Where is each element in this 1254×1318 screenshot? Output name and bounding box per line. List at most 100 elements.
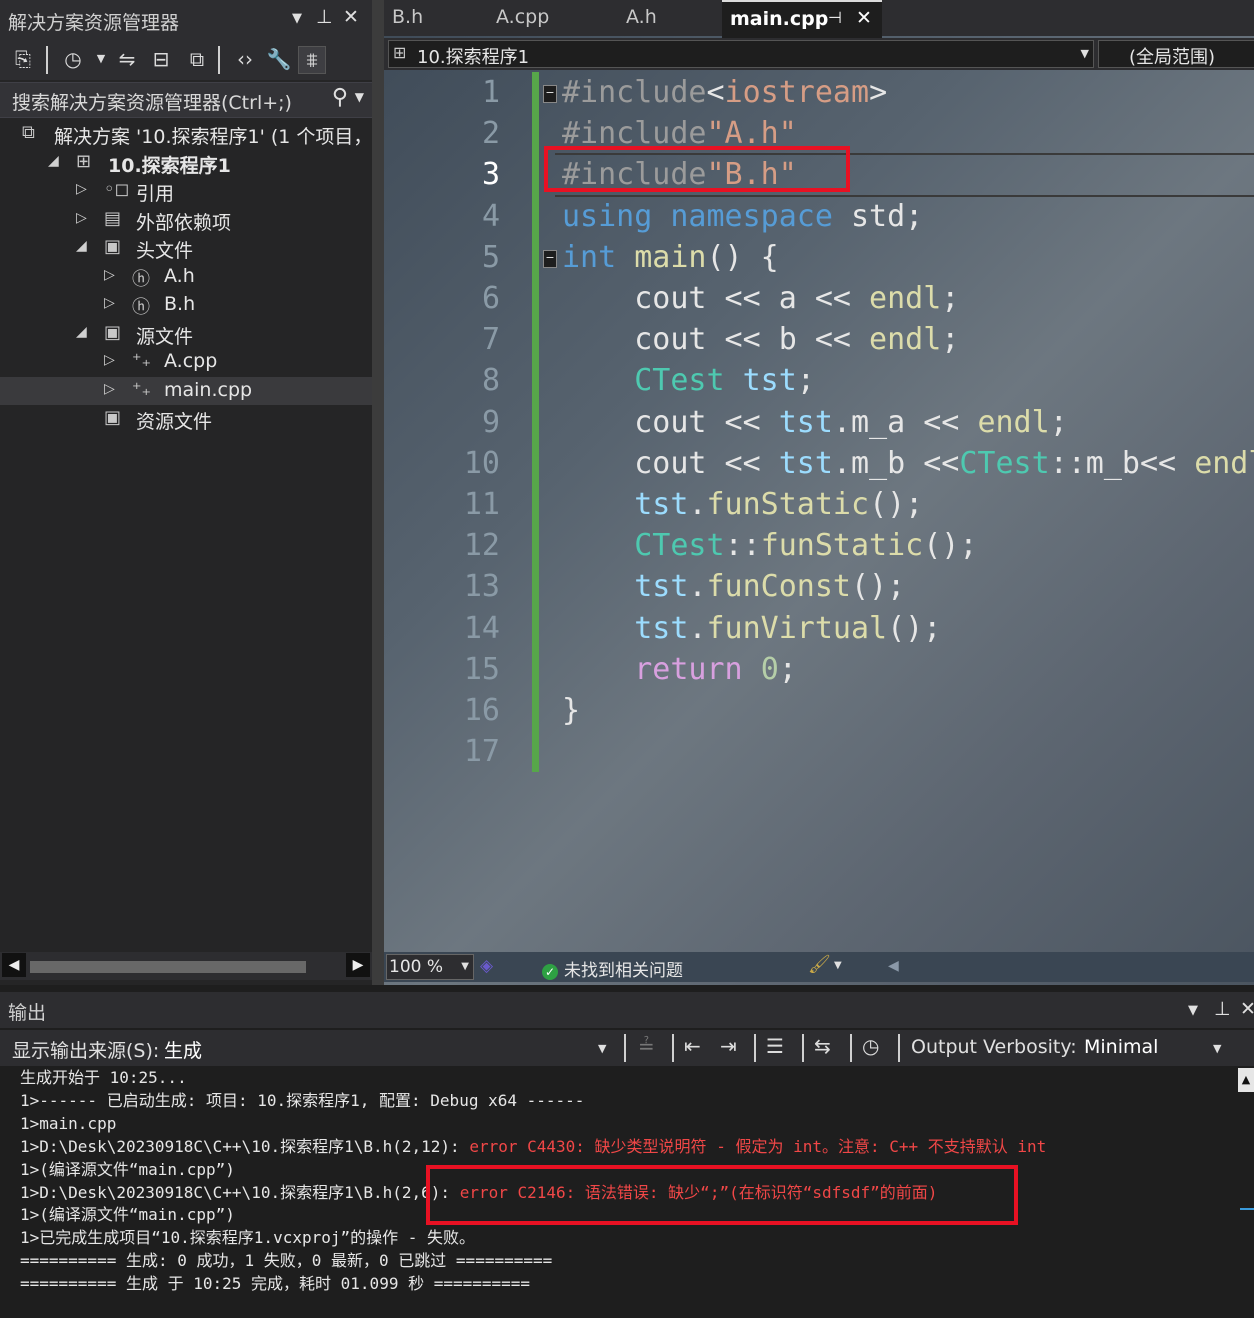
pin-tab-icon[interactable]: ⊣	[828, 8, 842, 27]
code-line[interactable]: tst.funConst();	[562, 566, 905, 607]
collapse-all-icon[interactable]: ⊟	[148, 46, 174, 72]
close-icon[interactable]: ✕	[343, 6, 359, 28]
sync-icon[interactable]: ⇋	[114, 46, 140, 72]
chevron-down-icon[interactable]: ▼	[598, 1042, 606, 1055]
code-token: using	[562, 198, 653, 234]
scope-dropdown[interactable]: (全局范围)	[1098, 40, 1254, 68]
code-line[interactable]: CTest tst;	[562, 360, 815, 401]
previous-message-icon[interactable]: ⇤	[684, 1034, 701, 1058]
tab-main-cpp[interactable]: main.cpp ⊣ ✕	[722, 0, 882, 38]
code-line[interactable]: tst.funVirtual();	[562, 608, 941, 649]
nav-project-label: 10.探索程序1	[417, 47, 530, 68]
code-line[interactable]: return 0;	[562, 649, 797, 690]
history-dropdown-icon[interactable]: ▼	[88, 46, 114, 72]
collapse-arrow-icon[interactable]: ◢	[48, 153, 59, 169]
close-tab-icon[interactable]: ✕	[856, 7, 872, 29]
panel-dropdown-icon[interactable]: ▼	[1188, 1003, 1198, 1018]
pin-icon[interactable]: ⊥	[1214, 998, 1231, 1020]
solution-search-box[interactable]: 搜索解决方案资源管理器(Ctrl+;) ⚲ ▼	[0, 82, 372, 118]
history-icon[interactable]: ◷	[60, 46, 86, 72]
verbosity-select[interactable]: Minimal	[1084, 1036, 1158, 1058]
scroll-right-icon[interactable]: ▶	[346, 953, 370, 977]
code-line[interactable]: cout << b << endl;	[562, 319, 959, 360]
search-dropdown-icon[interactable]: ▼	[355, 90, 364, 104]
next-message-icon[interactable]: ⇥	[720, 1034, 737, 1058]
code-line[interactable]: cout << tst.m_b <<CTest::m_b<< endl;	[562, 443, 1254, 484]
toolbar-separator	[672, 1034, 674, 1062]
scroll-left-icon[interactable]: ◀	[888, 958, 899, 974]
code-line[interactable]: cout << a << endl;	[562, 278, 959, 319]
tree-item[interactable]: ▷ ▤ 外部依赖项	[0, 206, 372, 234]
code-cleanup-icon[interactable]: 🖌	[808, 954, 831, 975]
tree-item[interactable]: ▷ ⁺₊ A.cpp	[0, 348, 372, 376]
tree-item[interactable]: ◢ ▣ 源文件	[0, 320, 372, 348]
code-line[interactable]: cout << tst.m_a << endl;	[562, 402, 1068, 443]
expand-arrow-icon[interactable]: ▷	[104, 352, 115, 368]
word-wrap-icon[interactable]: ⇆	[814, 1034, 831, 1058]
code-token: cout <<	[562, 445, 779, 481]
clear-all-icon[interactable]: ☰	[766, 1034, 784, 1058]
expand-arrow-icon[interactable]: ▷	[76, 181, 87, 197]
tree-item[interactable]: ▷ ⓗ A.h	[0, 263, 372, 291]
tree-item-label: 源文件	[136, 325, 194, 348]
output-vertical-scrollbar[interactable]: ▲	[1238, 1068, 1254, 1318]
chevron-down-icon[interactable]: ▼	[1081, 47, 1089, 60]
collapse-arrow-icon[interactable]: ◢	[76, 324, 87, 340]
chevron-down-icon[interactable]: ▼	[834, 960, 842, 971]
tree-item[interactable]: ▷ ⁺₊ main.cpp	[0, 376, 372, 405]
expand-arrow-icon[interactable]: ▷	[104, 381, 115, 397]
code-line[interactable]: CTest::funStatic();	[562, 525, 977, 566]
fold-collapse-icon[interactable]: −	[543, 250, 557, 268]
collapse-arrow-icon[interactable]: ◢	[76, 238, 87, 254]
properties-wrench-icon[interactable]: 🔧	[266, 46, 292, 72]
tree-item[interactable]: ◢ ⊞ 10.探索程序1	[0, 149, 372, 177]
code-line[interactable]: using namespace std;	[562, 196, 923, 237]
copilot-icon[interactable]: ◈	[480, 956, 493, 976]
expand-arrow-icon[interactable]: ▷	[76, 210, 87, 226]
code-line[interactable]: #include<iostream>	[562, 72, 887, 113]
chevron-down-icon[interactable]: ▼	[1213, 1042, 1221, 1055]
tab-b-h[interactable]: B.h	[384, 0, 484, 36]
check-icon: ✓	[542, 964, 558, 980]
expand-arrow-icon[interactable]: ▷	[104, 267, 115, 283]
project-dropdown[interactable]: ⊞ 10.探索程序1 ▼	[388, 40, 1094, 68]
scroll-left-icon[interactable]: ◀	[2, 953, 26, 977]
panel-dropdown-icon[interactable]: ▼	[292, 11, 302, 26]
preview-selected-icon[interactable]: ⩨	[298, 46, 326, 74]
highlight-error-c2146	[426, 1165, 1018, 1225]
tree-item[interactable]: ▷ ⓗ B.h	[0, 291, 372, 319]
show-all-files-icon[interactable]: ⧉	[184, 46, 210, 72]
solution-horizontal-scrollbar[interactable]: ◀ ▶	[0, 952, 372, 980]
code-token: ;	[941, 281, 960, 316]
tree-item-label: A.h	[164, 264, 195, 287]
tab-a-h[interactable]: A.h	[618, 0, 718, 36]
switch-views-icon[interactable]: ⎘	[10, 46, 36, 72]
search-icon[interactable]: ⚲	[332, 85, 348, 110]
code-token: funVirtual	[706, 610, 888, 646]
pin-icon[interactable]: ⊥	[316, 6, 333, 28]
code-token: main	[634, 239, 707, 275]
zoom-dropdown[interactable]: 100 % ▼	[386, 954, 474, 980]
issues-indicator[interactable]: ✓ 未找到相关问题	[542, 956, 683, 981]
tab-a-cpp[interactable]: A.cpp	[488, 0, 614, 36]
fold-collapse-icon[interactable]: −	[543, 85, 557, 103]
code-view-icon[interactable]: ‹›	[232, 46, 258, 72]
find-message-icon[interactable]: ≟	[638, 1034, 655, 1058]
code-token: endl	[1194, 445, 1254, 481]
code-line[interactable]: tst.funStatic();	[562, 484, 923, 525]
tree-item[interactable]: ▷ ◦◻ 引用	[0, 177, 372, 205]
tree-item[interactable]: ▣ 资源文件	[0, 405, 372, 433]
tree-item[interactable]: ⧉ 解决方案 '10.探索程序1' (1 个项目，共	[0, 120, 372, 148]
chevron-down-icon[interactable]: ▼	[461, 961, 469, 972]
expand-arrow-icon[interactable]: ▷	[104, 295, 115, 311]
code-line[interactable]: int main() {	[562, 237, 779, 278]
line-number: 16	[463, 693, 500, 728]
timestamp-clock-icon[interactable]: ◷	[862, 1034, 879, 1058]
tree-item[interactable]: ◢ ▣ 头文件	[0, 234, 372, 262]
scroll-thumb[interactable]	[30, 961, 306, 973]
output-source-select[interactable]: 生成	[164, 1036, 202, 1063]
scroll-up-icon[interactable]: ▲	[1238, 1068, 1254, 1092]
code-line[interactable]: }	[562, 690, 580, 731]
close-icon[interactable]: ✕	[1240, 998, 1254, 1020]
panel-splitter[interactable]	[372, 0, 384, 985]
